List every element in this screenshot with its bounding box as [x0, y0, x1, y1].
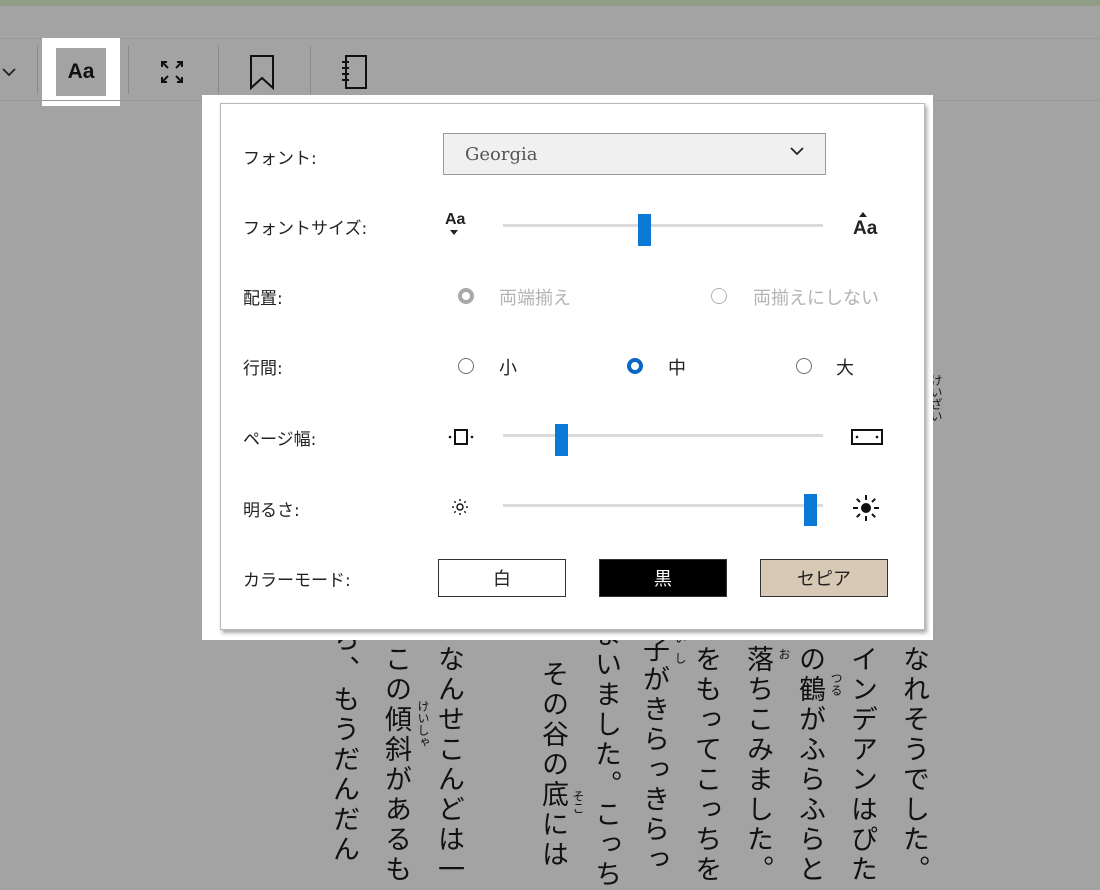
font-select[interactable]: Georgia	[443, 133, 826, 175]
color-mode-label: カラーモード:	[243, 571, 351, 591]
font-select-value: Georgia	[465, 144, 538, 165]
ruby-annotation: お	[777, 648, 791, 660]
reader-text-column: 子がきらっきらっ	[638, 635, 669, 875]
color-mode-white-button[interactable]: 白	[438, 559, 566, 597]
color-mode-sepia-button[interactable]: セピア	[760, 559, 888, 597]
toolbar-separator	[0, 38, 1100, 39]
align-none-radio[interactable]	[711, 288, 727, 304]
reader-text-column: インデアンはぴた	[846, 645, 877, 885]
brightness-high-icon[interactable]	[851, 493, 881, 523]
line-spacing-large-label: 大	[836, 358, 854, 379]
slider-track	[503, 434, 823, 437]
toolbar-divider	[310, 46, 311, 94]
slider-thumb[interactable]	[638, 214, 651, 246]
ruby-annotation: けいしゃ	[416, 700, 430, 748]
font-size-large-text: Aa	[853, 218, 878, 239]
ruby-annotation: し	[673, 652, 687, 664]
line-spacing-large-radio[interactable]	[796, 358, 812, 374]
font-size-small-text: Aa	[445, 211, 466, 228]
reader-text-column: なんせこんどは一	[433, 645, 464, 885]
line-spacing-medium-label: 中	[668, 358, 686, 379]
alignment-label: 配置:	[243, 289, 283, 309]
ruby-annotation: つる	[829, 672, 843, 696]
brightness-label: 明るさ:	[243, 501, 300, 521]
brightness-slider[interactable]	[503, 494, 823, 526]
chevron-down-icon[interactable]	[0, 52, 18, 92]
narrow-page-icon[interactable]	[447, 427, 475, 447]
reader-text-column: なれそうでした。	[898, 645, 929, 885]
slider-thumb[interactable]	[555, 424, 568, 456]
text-settings-button[interactable]: Aa	[42, 38, 120, 106]
toolbar-divider	[128, 46, 129, 94]
wide-page-icon[interactable]	[851, 427, 883, 447]
align-justify-label: 両端揃え	[499, 288, 571, 309]
bookmark-button[interactable]	[240, 48, 284, 96]
chevron-down-icon	[790, 147, 804, 156]
reader-toolbar: Aa	[0, 6, 1100, 106]
reader-text-column: この傾斜があるも	[380, 645, 411, 885]
font-size-slider[interactable]	[503, 214, 823, 246]
fullscreen-button[interactable]	[150, 50, 194, 94]
reader-text-column: まいました。こっち	[590, 620, 621, 890]
slider-track	[503, 224, 823, 227]
reader-text-column: 、その谷の底には	[537, 630, 568, 870]
color-mode-black-button[interactable]: 黒	[599, 559, 727, 597]
text-settings-label: Aa	[56, 48, 106, 96]
toolbar-divider	[218, 46, 219, 94]
page-width-slider[interactable]	[503, 424, 823, 456]
line-spacing-small-label: 小	[499, 358, 517, 379]
font-size-label: フォントサイズ:	[243, 219, 368, 239]
align-justify-radio[interactable]	[458, 288, 474, 304]
reader-text-column: をもってこっちを	[690, 645, 721, 885]
align-none-label: 両揃えにしない	[753, 288, 879, 309]
font-size-increase-icon[interactable]: Aa	[853, 209, 887, 239]
notes-button[interactable]	[332, 48, 376, 96]
slider-thumb[interactable]	[804, 494, 817, 526]
line-spacing-small-radio[interactable]	[458, 358, 474, 374]
reader-text-column: 落ちこみました。	[742, 645, 773, 885]
bookmark-icon	[250, 55, 274, 90]
line-spacing-label: 行間:	[243, 359, 283, 379]
reader-text-column: の鶴がふらふらと	[794, 645, 825, 885]
text-settings-popup: フォント: Georgia フォントサイズ: Aa Aa 配置: 両端揃え 両揃…	[220, 103, 925, 630]
page-width-label: ページ幅:	[243, 430, 317, 450]
slider-track	[503, 504, 823, 507]
brightness-low-icon[interactable]	[451, 498, 469, 516]
font-label: フォント:	[243, 149, 317, 169]
ruby-annotation: そこ	[571, 790, 585, 814]
fullscreen-icon	[161, 61, 183, 83]
toolbar-divider	[37, 46, 38, 94]
notebook-icon	[342, 55, 367, 89]
line-spacing-medium-radio[interactable]	[627, 358, 643, 374]
font-size-decrease-icon[interactable]: Aa	[445, 209, 475, 239]
reader-text-column: ら、もうだんだん	[328, 625, 359, 865]
